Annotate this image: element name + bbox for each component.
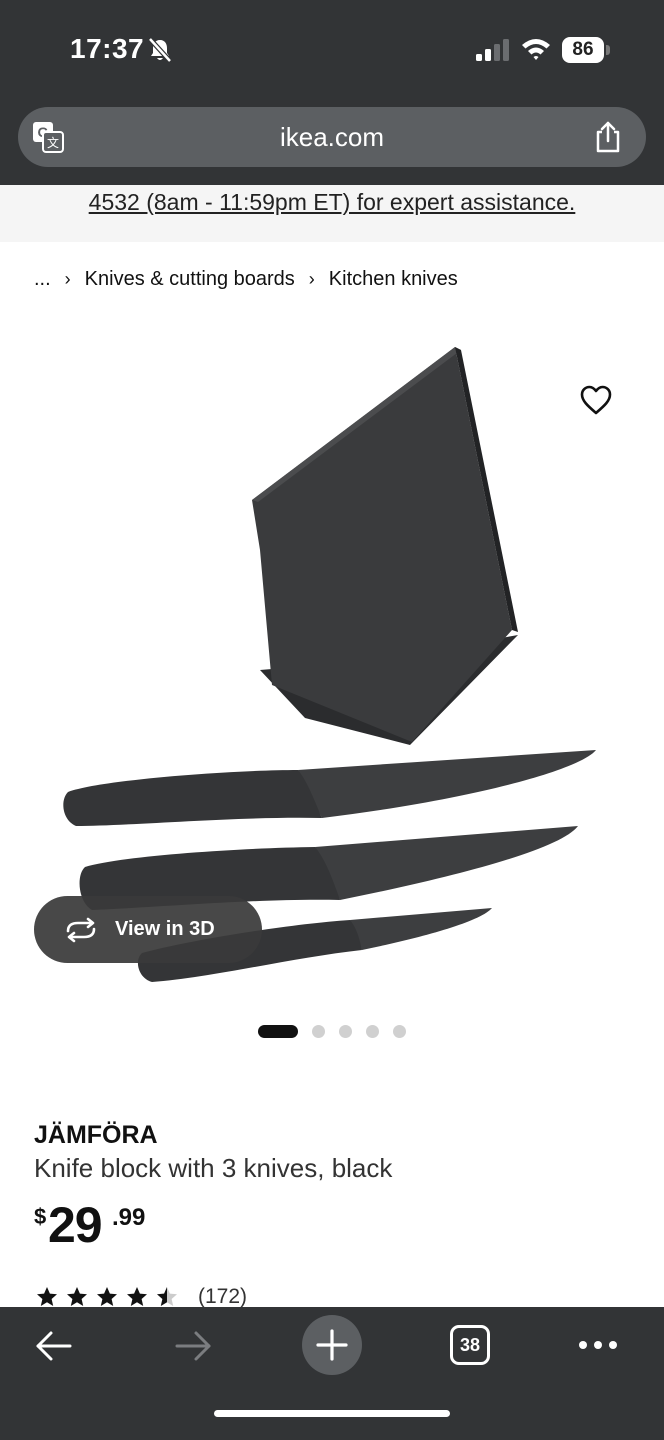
cellular-signal-icon — [476, 39, 509, 61]
price-currency: $ — [34, 1204, 47, 1229]
star-full-icon — [37, 1287, 57, 1306]
browser-top-bar: 17:37 86 G 文 ikea.com — [0, 0, 664, 185]
battery-indicator: 86 — [562, 37, 610, 63]
wifi-icon — [522, 39, 550, 60]
breadcrumb: ... › Knives & cutting boards › Kitchen … — [34, 264, 458, 294]
rating-stars — [34, 1285, 184, 1309]
address-bar[interactable]: G 文 ikea.com — [18, 107, 646, 167]
support-banner: 4532 (8am - 11:59pm ET) for expert assis… — [0, 185, 664, 242]
breadcrumb-ellipsis[interactable]: ... — [34, 268, 51, 291]
battery-tip — [606, 45, 610, 55]
support-phone-link[interactable]: 4532 (8am - 11:59pm ET) for expert assis… — [0, 189, 664, 216]
browser-bottom-toolbar: 38 — [0, 1307, 664, 1440]
status-bar: 17:37 86 — [0, 0, 664, 100]
carousel-dot-2[interactable] — [312, 1024, 325, 1038]
view-in-3d-label: View in 3D — [115, 918, 215, 940]
image-carousel-dots — [258, 1024, 420, 1038]
url-text[interactable]: ikea.com — [18, 107, 646, 167]
share-icon[interactable] — [592, 120, 624, 154]
rating-count[interactable]: (172) — [198, 1285, 247, 1309]
home-indicator[interactable] — [214, 1410, 450, 1417]
heart-icon[interactable] — [578, 382, 614, 418]
forward-arrow-icon[interactable] — [173, 1329, 213, 1363]
star-full-icon — [97, 1287, 117, 1306]
plus-icon — [316, 1329, 348, 1361]
status-time: 17:37 — [70, 33, 145, 64]
product-description: Knife block with 3 knives, black — [34, 1153, 393, 1183]
price-cents: .99 — [112, 1204, 146, 1231]
carousel-dot-1[interactable] — [258, 1024, 298, 1038]
breadcrumb-knives-cutting-boards[interactable]: Knives & cutting boards — [85, 268, 295, 291]
tab-switcher-button[interactable]: 38 — [450, 1325, 490, 1365]
rotate-3d-icon — [66, 917, 96, 943]
breadcrumb-kitchen-knives[interactable]: Kitchen knives — [329, 268, 458, 291]
star-half-icon — [157, 1287, 177, 1306]
view-in-3d-button[interactable]: View in 3D — [34, 896, 262, 963]
star-full-icon — [127, 1287, 147, 1306]
carousel-dot-4[interactable] — [366, 1024, 379, 1038]
price-whole: 29 — [48, 1197, 103, 1253]
chevron-right-icon: › — [64, 268, 71, 289]
more-options-icon[interactable] — [578, 1337, 618, 1353]
chevron-right-icon: › — [308, 268, 315, 289]
bell-muted-icon — [148, 37, 172, 63]
new-tab-button[interactable] — [302, 1315, 362, 1375]
carousel-dot-5[interactable] — [393, 1024, 406, 1038]
battery-level: 86 — [562, 37, 604, 63]
product-name: JÄMFÖRA — [34, 1121, 158, 1149]
star-full-icon — [67, 1287, 87, 1306]
carousel-dot-3[interactable] — [339, 1024, 352, 1038]
back-arrow-icon[interactable] — [34, 1329, 74, 1363]
